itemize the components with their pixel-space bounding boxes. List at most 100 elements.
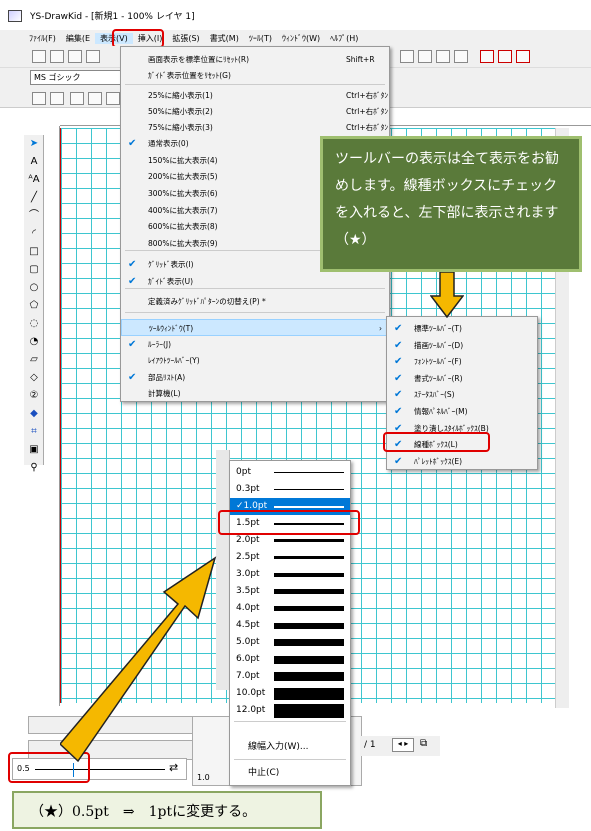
menu-separator <box>125 312 385 313</box>
view-menu-item-19[interactable]: 計算機(L) <box>121 385 389 402</box>
align-button-1[interactable] <box>32 92 46 105</box>
grid-toggle-button[interactable] <box>480 50 494 63</box>
toolwindow-item-3[interactable]: ✔ 書式ﾂｰﾙﾊﾞｰ(R) <box>387 370 537 387</box>
fill-tool-icon[interactable]: ◆ <box>27 407 41 421</box>
menu-edit[interactable]: 編集(E <box>61 33 95 44</box>
menu-help[interactable]: ﾍﾙﾌﾟ(H) <box>325 33 363 44</box>
menu-extend[interactable]: 拡張(S) <box>167 33 204 44</box>
page-indicator: / 1 ◂ ▸ ⧉ <box>360 736 440 756</box>
line-tool-icon[interactable]: ╱ <box>27 191 41 205</box>
tool-button-a[interactable] <box>400 50 414 63</box>
linewidth-option-6[interactable]: 3.0pt <box>230 566 350 583</box>
pie-tool-icon[interactable]: ◔ <box>27 335 41 349</box>
linewidth-option-10[interactable]: 5.0pt <box>230 634 350 651</box>
parallelogram-tool-icon[interactable]: ▱ <box>27 353 41 367</box>
view-menu-item-18[interactable]: ✔ 部品ﾘｽﾄ(A) <box>121 369 389 386</box>
linewidth-option-12[interactable]: 7.0pt <box>230 668 350 685</box>
toolwindow-item-1[interactable]: ✔ 描画ﾂｰﾙﾊﾞｰ(D) <box>387 337 537 354</box>
crop-tool-icon[interactable]: ⌗ <box>27 425 41 439</box>
check-icon: ✔ <box>128 259 137 270</box>
freeform-tool-icon[interactable]: ◌ <box>27 317 41 331</box>
align-button-2[interactable] <box>50 92 64 105</box>
page-copy-icon[interactable]: ⧉ <box>420 738 427 749</box>
linewidth-option-5[interactable]: 2.5pt <box>230 549 350 566</box>
custom-linewidth-label: 線幅入力(W)... <box>248 742 309 752</box>
linewidth-option-14[interactable]: 12.0pt <box>230 702 350 719</box>
cancel-item[interactable]: 中止(C) <box>230 765 350 782</box>
view-menu-item-label: 800%に拡大表示(9) <box>148 239 218 248</box>
view-menu-item-label: 50%に縮小表示(2) <box>148 107 213 116</box>
linewidth-option-13[interactable]: 10.0pt <box>230 685 350 702</box>
text-style-icon[interactable]: ᴬA <box>27 173 41 187</box>
tool-button-c[interactable] <box>436 50 450 63</box>
vertical-ruler <box>46 126 60 706</box>
linewidth-sample-line <box>274 589 344 594</box>
custom-linewidth-item[interactable]: 線幅入力(W)... <box>230 739 350 756</box>
curve-tool-icon[interactable]: ⌒ <box>27 209 41 223</box>
open-button[interactable] <box>50 50 64 63</box>
view-menu-item-15[interactable]: ﾂｰﾙｳｨﾝﾄﾞｳ(T) › <box>121 319 389 336</box>
menu-format[interactable]: 書式(M) <box>205 33 244 44</box>
view-menu-item-14[interactable]: 定義済みｸﾞﾘｯﾄﾞﾊﾟﾀｰﾝの切替え(P) * <box>121 293 389 310</box>
roundrect-tool-icon[interactable]: ▢ <box>27 263 41 277</box>
number-tool-icon[interactable]: ② <box>27 389 41 403</box>
linewidth-option-0[interactable]: 0pt <box>230 464 350 481</box>
linewidth-option-label: 3.5pt <box>236 586 260 596</box>
menu-tools[interactable]: ﾂｰﾙ(T) <box>244 33 277 44</box>
check-icon: ✔ <box>128 339 137 350</box>
page-nav-buttons[interactable]: ◂ ▸ <box>392 738 414 752</box>
save-button[interactable] <box>68 50 82 63</box>
linewidth-sample-line <box>274 622 344 629</box>
linewidth-option-1[interactable]: 0.3pt <box>230 481 350 498</box>
rect-tool-icon[interactable]: □ <box>27 245 41 259</box>
toolwindow-item-2[interactable]: ✔ ﾌｫﾝﾄﾂｰﾙﾊﾞｰ(F) <box>387 353 537 370</box>
tool-button-b[interactable] <box>418 50 432 63</box>
view-menu-item-label: ﾙｰﾗｰ(J) <box>148 340 172 349</box>
view-menu-item-3[interactable]: 50%に縮小表示(2) Ctrl+右ﾎﾞﾀﾝ <box>121 103 389 120</box>
arc-tool-icon[interactable]: ◜ <box>27 227 41 241</box>
menu-file[interactable]: ﾌｧｲﾙ(F) <box>24 33 61 44</box>
linewidth-option-7[interactable]: 3.5pt <box>230 583 350 600</box>
menu-window[interactable]: ｳｨﾝﾄﾞｳ(W) <box>277 33 325 44</box>
toolwindow-item-0[interactable]: ✔ 標準ﾂｰﾙﾊﾞｰ(T) <box>387 320 537 337</box>
view-menu-item-13[interactable]: ✔ ｶﾞｲﾄﾞ表示(U) <box>121 273 389 290</box>
select-arrow-icon[interactable]: ➤ <box>27 137 41 151</box>
view-menu-item-label: ｶﾞｲﾄﾞ表示位置をﾘｾｯﾄ(G) <box>148 71 231 80</box>
ruler-toggle-button[interactable] <box>516 50 530 63</box>
view-menu-item-0[interactable]: 画面表示を標準位置にﾘｾｯﾄ(R) Shift+R <box>121 51 389 68</box>
font-name-select[interactable]: MS ゴシック <box>30 70 125 85</box>
diamond-tool-icon[interactable]: ◇ <box>27 371 41 385</box>
view-menu-item-16[interactable]: ✔ ﾙｰﾗｰ(J) <box>121 336 389 353</box>
linewidth-option-9[interactable]: 4.5pt <box>230 617 350 634</box>
popup-separator <box>234 759 346 760</box>
view-menu-item-17[interactable]: ﾚｲｱｳﾄﾂｰﾙﾊﾞｰ(Y) <box>121 352 389 369</box>
text-tool-icon[interactable]: A <box>27 155 41 169</box>
linewidth-sample-line <box>274 489 344 490</box>
toolwindow-item-8[interactable]: ✔ ﾊﾟﾚｯﾄﾎﾞｯｸｽ(E) <box>387 453 537 470</box>
ellipse-tool-icon[interactable]: ○ <box>27 281 41 295</box>
polygon-tool-icon[interactable]: ⬠ <box>27 299 41 313</box>
linewidth-option-label: 4.5pt <box>236 620 260 630</box>
guide-toggle-button[interactable] <box>498 50 512 63</box>
print-button[interactable] <box>86 50 100 63</box>
linewidth-sample-line <box>274 639 344 646</box>
align-right-button[interactable] <box>106 92 120 105</box>
linewidth-option-8[interactable]: 4.0pt <box>230 600 350 617</box>
callout-bottom-text: （★）0.5pt ⇒ 1ptに変更する。 <box>30 804 257 820</box>
align-center-button[interactable] <box>88 92 102 105</box>
view-menu-item-4[interactable]: 75%に縮小表示(3) Ctrl+右ﾎﾞﾀﾝ <box>121 119 389 136</box>
toolwindow-item-5[interactable]: ✔ 情報ﾊﾟﾈﾙﾊﾞｰ(M) <box>387 403 537 420</box>
toolwindow-item-4[interactable]: ✔ ｽﾃｰﾀｽﾊﾞｰ(S) <box>387 386 537 403</box>
linewidth-option-11[interactable]: 6.0pt <box>230 651 350 668</box>
align-left-button[interactable] <box>70 92 84 105</box>
window-title: YS-DrawKid - [新規1 - 100% レイヤ 1] <box>30 11 195 22</box>
view-menu-item-1[interactable]: ｶﾞｲﾄﾞ表示位置をﾘｾｯﾄ(G) <box>121 67 389 84</box>
check-icon: ✔ <box>394 372 403 384</box>
view-menu-item-2[interactable]: 25%に縮小表示(1) Ctrl+右ﾎﾞﾀﾝ <box>121 87 389 104</box>
linewidth-option-label: 12.0pt <box>236 705 266 715</box>
linewidth-option-label: 3.0pt <box>236 569 260 579</box>
zoom-tool-icon[interactable]: ⚲ <box>27 461 41 475</box>
image-tool-icon[interactable]: ▣ <box>27 443 41 457</box>
new-button[interactable] <box>32 50 46 63</box>
tool-button-d[interactable] <box>454 50 468 63</box>
